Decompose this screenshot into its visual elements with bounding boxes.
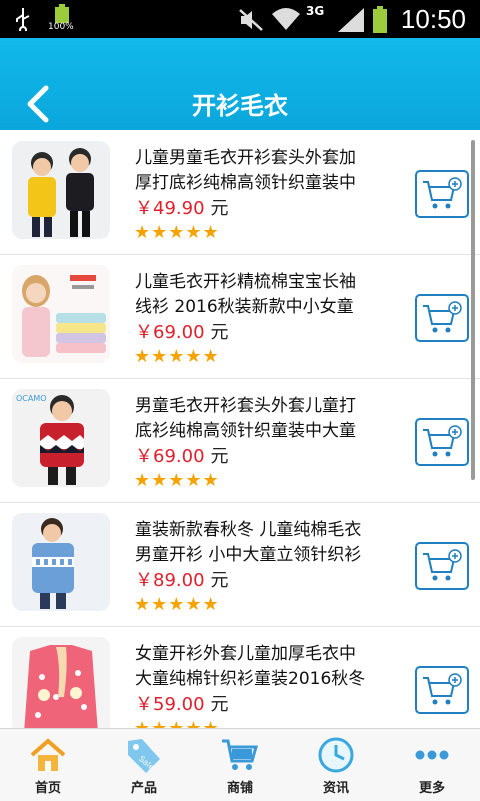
add-cart-icon [423,425,462,457]
product-name: 儿童毛衣开衫精梳棉宝宝长袖 线衫 2016秋装新款中小女童 [135,270,390,320]
product-price: ￥49.90 元 [135,194,229,220]
wifi-icon [272,8,300,30]
add-to-cart-button[interactable] [415,542,469,590]
star-rating: ★★★★★ [134,594,220,615]
product-name-line: 男童开衫 小中大童立领针织衫 [135,545,362,565]
product-price: ￥69.00 元 [135,318,229,344]
tab-shop[interactable]: 商铺 [192,729,288,801]
product-name-line: 儿童毛衣开衫精梳棉宝宝长袖 [135,272,356,292]
tab-label: 首页 [34,781,61,796]
battery-icon [373,6,387,33]
bottom-tab-bar: 首页 Sale 产品 商铺 资讯 更多 [0,728,480,801]
status-bar: 100% 3G 10:50 [0,0,480,38]
battery-small-icon [55,4,69,23]
tab-label: 产品 [130,781,157,796]
tab-more[interactable]: 更多 [384,729,480,801]
add-to-cart-button[interactable] [415,666,469,714]
product-name-line: 大童纯棉针织衫童装2016秋冬 [135,669,366,689]
product-price: ￥69.00 元 [135,442,229,468]
product-name-line: 男童毛衣开衫套头外套儿童打 [135,396,356,416]
add-to-cart-button[interactable] [415,170,469,218]
tab-products[interactable]: Sale 产品 [96,729,192,801]
product-item[interactable]: OCAMO 男童毛衣开衫套头外套儿童打 底衫纯棉高领针织童装中大童 ￥69.00… [0,378,480,503]
product-image [12,141,110,239]
sale-tag-icon: Sale [128,739,160,773]
tab-label: 更多 [418,781,445,796]
add-to-cart-button[interactable] [415,294,469,342]
app-header: 开衫毛衣 [0,38,480,130]
price-unit: 元 [210,322,229,343]
tab-label: 商铺 [226,781,253,796]
product-item[interactable]: 儿童男童毛衣开衫套头外套加 厚打底衫纯棉高领针织童装中 ￥49.90 元 ★★★★… [0,130,480,255]
clock-icon [318,737,354,773]
tab-label: 资讯 [322,781,349,796]
product-item[interactable]: 儿童毛衣开衫精梳棉宝宝长袖 线衫 2016秋装新款中小女童 ￥69.00 元 ★★… [0,254,480,379]
clock-time: 10:50 [400,4,466,34]
product-name-line: 童装新款春秋冬 儿童纯棉毛衣 [135,520,362,540]
price-value: ￥49.90 [135,198,205,219]
add-to-cart-button[interactable] [415,418,469,466]
product-price: ￥89.00 元 [135,566,229,592]
product-image [12,265,110,363]
product-image [12,513,110,611]
svg-text:OCAMO: OCAMO [16,394,47,403]
product-name: 童装新款春秋冬 儿童纯棉毛衣 男童开衫 小中大童立领针织衫 [135,518,390,568]
add-cart-icon [423,549,462,581]
product-price: ￥59.00 元 [135,690,229,716]
tab-news[interactable]: 资讯 [288,729,384,801]
product-name-line: 儿童男童毛衣开衫套头外套加 [135,148,356,168]
product-name-line: 底衫纯棉高领针织童装中大童 [135,421,356,441]
scrollbar[interactable] [471,140,475,480]
add-cart-icon [423,673,462,705]
product-name-line: 厚打底衫纯棉高领针织童装中 [135,173,356,193]
shopping-cart-icon [222,739,258,770]
add-cart-icon [423,301,462,333]
usb-icon [16,8,30,31]
home-icon [30,738,66,771]
add-cart-icon [423,177,462,209]
signal-icon [338,8,364,32]
product-item[interactable]: 女童开衫外套儿童加厚毛衣中 大童纯棉针织衫童装2016秋冬 ￥59.00元 ★★… [0,626,480,728]
product-name: 儿童男童毛衣开衫套头外套加 厚打底衫纯棉高领针织童装中 [135,146,390,196]
product-name: 女童开衫外套儿童加厚毛衣中 大童纯棉针织衫童装2016秋冬 [135,642,390,692]
product-list: 儿童男童毛衣开衫套头外套加 厚打底衫纯棉高领针织童装中 ￥49.90 元 ★★★★… [0,130,480,728]
price-value: ￥89.00 [135,570,205,591]
price-unit: 元 [210,694,229,715]
price-value: ￥69.00 [135,446,205,467]
page-title: 开衫毛衣 [192,92,288,120]
tab-home[interactable]: 首页 [0,729,96,801]
product-image: OCAMO [12,389,110,487]
mute-icon [239,9,263,31]
price-unit: 元 [210,198,229,219]
price-unit: 元 [210,446,229,467]
product-image [12,637,110,728]
star-rating: ★★★★★ [134,222,220,243]
product-name-line: 线衫 2016秋装新款中小女童 [135,297,354,317]
more-dots-icon [415,750,449,760]
star-rating: ★★★★★ [134,346,220,367]
star-rating: ★★★★★ [134,718,220,728]
star-rating: ★★★★★ [134,470,220,491]
product-item[interactable]: 童装新款春秋冬 儿童纯棉毛衣 男童开衫 小中大童立领针织衫 ￥89.00 元 ★★… [0,502,480,627]
battery-percent: 100% [48,22,74,32]
product-name: 男童毛衣开衫套头外套儿童打 底衫纯棉高领针织童装中大童 [135,394,390,444]
network-type: 3G [306,4,325,18]
product-name-line: 女童开衫外套儿童加厚毛衣中 [135,644,356,664]
price-value: ￥59.00 [135,694,205,715]
price-unit: 元 [210,570,229,591]
price-value: ￥69.00 [135,322,205,343]
